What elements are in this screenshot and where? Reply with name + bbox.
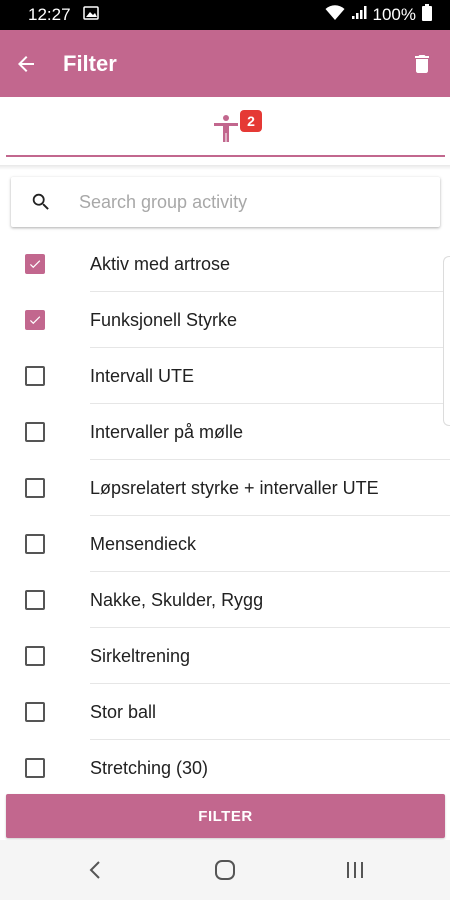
list-item-label: Mensendieck — [90, 533, 197, 554]
home-icon — [215, 860, 235, 880]
checkmark-icon — [29, 260, 41, 269]
list-item-label: Intervall UTE — [90, 365, 195, 386]
selected-count-badge: 2 — [240, 110, 262, 132]
checkbox[interactable] — [25, 254, 45, 274]
list-item[interactable]: Funksjonell Styrke — [0, 292, 450, 348]
status-time: 12:27 — [28, 5, 71, 24]
list-item[interactable]: Nakke, Skulder, Rygg — [0, 572, 450, 628]
list-item-label: Løpsrelatert styrke + intervaller UTE — [90, 477, 379, 498]
search-bar — [11, 177, 440, 227]
system-nav-bar — [0, 840, 450, 900]
list-item-label: Stor ball — [90, 701, 157, 722]
tab-indicator — [6, 155, 445, 157]
checkbox[interactable] — [25, 422, 45, 442]
nav-home-button[interactable] — [185, 840, 265, 900]
list-item-label: Sirkeltrening — [90, 645, 191, 666]
list-item[interactable]: Aktiv med artrose — [0, 236, 450, 292]
list-item[interactable]: Stor ball — [0, 684, 450, 740]
tab-divider — [0, 165, 450, 170]
checkbox[interactable] — [25, 590, 45, 610]
checkmark-icon — [29, 316, 41, 325]
checkbox[interactable] — [25, 534, 45, 554]
image-notification-icon — [82, 5, 99, 25]
list-item[interactable]: Mensendieck — [0, 516, 450, 572]
activity-list: Aktiv med artrose Funksjonell Styrke Int… — [0, 236, 450, 790]
battery-icon — [422, 4, 432, 26]
back-button[interactable] — [0, 30, 52, 97]
checkbox[interactable] — [25, 758, 45, 778]
wifi-icon — [325, 4, 345, 26]
fast-scroll-handle[interactable] — [443, 256, 450, 426]
page-title: Filter — [63, 50, 117, 76]
filter-button[interactable]: FILTER — [6, 794, 445, 838]
delete-button[interactable] — [396, 30, 448, 97]
person-activity-icon — [213, 115, 238, 142]
search-input[interactable] — [79, 191, 440, 213]
tab-activities[interactable] — [6, 97, 445, 159]
chevron-left-icon — [89, 861, 100, 879]
list-item-label: Aktiv med artrose — [90, 253, 231, 274]
checkbox[interactable] — [25, 702, 45, 722]
list-item[interactable]: Løpsrelatert styrke + intervaller UTE — [0, 460, 450, 516]
list-item[interactable]: Stretching (30) — [0, 740, 450, 790]
search-icon — [11, 191, 71, 213]
signal-icon — [351, 5, 367, 25]
checkbox[interactable] — [25, 646, 45, 666]
trash-icon — [415, 54, 429, 73]
tab-bar: 2 — [0, 97, 450, 167]
checkbox[interactable] — [25, 310, 45, 330]
status-bar: 12:27 100% — [0, 0, 450, 30]
list-item-label: Intervaller på mølle — [90, 421, 244, 442]
battery-level: 100% — [372, 5, 416, 24]
list-item[interactable]: Sirkeltrening — [0, 628, 450, 684]
checkbox[interactable] — [25, 366, 45, 386]
arrow-left-icon — [18, 55, 34, 72]
app-bar: Filter — [0, 30, 450, 97]
recents-icon — [347, 862, 363, 878]
list-item[interactable]: Intervaller på mølle — [0, 404, 450, 460]
list-item[interactable]: Intervall UTE — [0, 348, 450, 404]
list-item-label: Stretching (30) — [90, 757, 209, 778]
checkbox[interactable] — [25, 478, 45, 498]
list-item-label: Nakke, Skulder, Rygg — [90, 589, 264, 610]
nav-back-button[interactable] — [55, 840, 135, 900]
list-item-label: Funksjonell Styrke — [90, 309, 238, 330]
nav-recents-button[interactable] — [315, 840, 395, 900]
